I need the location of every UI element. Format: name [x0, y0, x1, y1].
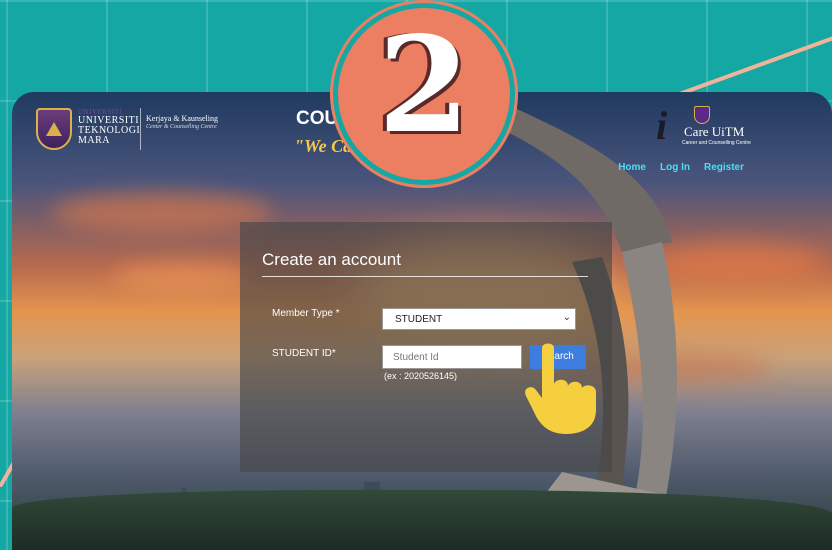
student-id-label: STUDENT ID* — [272, 348, 336, 359]
member-type-select[interactable]: STUDENT ⌄ — [382, 308, 576, 330]
uitm-logo — [36, 108, 72, 150]
header-divider — [140, 108, 141, 150]
center-name: Kerjaya & Kaunseling Center & Counsellin… — [146, 114, 218, 132]
member-type-value: STUDENT — [395, 314, 443, 325]
center-subtitle: Center & Counselling Centre — [146, 124, 217, 130]
shield-icon — [694, 106, 710, 124]
site-title: COU — [296, 108, 339, 129]
icare-logo: i Care UiTM Career and Counselling Centr… — [656, 102, 786, 156]
icare-title: Care UiTM — [684, 124, 745, 139]
step-badge: 2 — [338, 8, 510, 180]
top-nav: Home Log In Register — [618, 162, 744, 173]
step-number: 2 — [378, 8, 470, 163]
center-name-text: Kerjaya & Kaunseling — [146, 114, 218, 123]
icare-subtitle: Career and Counselling Centre — [682, 140, 751, 146]
icare-letter: i — [656, 103, 668, 148]
university-name: UNIVERSITI UNIVERSITI TEKNOLOGI MARA — [78, 108, 140, 146]
student-id-hint: (ex : 2020526145) — [384, 371, 458, 381]
form-title-divider — [262, 276, 588, 277]
nav-register[interactable]: Register — [704, 162, 744, 173]
treeline — [12, 490, 832, 550]
nav-home[interactable]: Home — [618, 162, 646, 173]
student-id-input[interactable] — [382, 345, 522, 369]
pointing-hand-icon — [525, 343, 596, 434]
chevron-down-icon: ⌄ — [562, 312, 571, 323]
university-line-3: MARA — [78, 135, 111, 146]
member-type-label: Member Type * — [272, 308, 340, 319]
form-title: Create an account — [262, 250, 401, 269]
nav-login[interactable]: Log In — [660, 162, 690, 173]
